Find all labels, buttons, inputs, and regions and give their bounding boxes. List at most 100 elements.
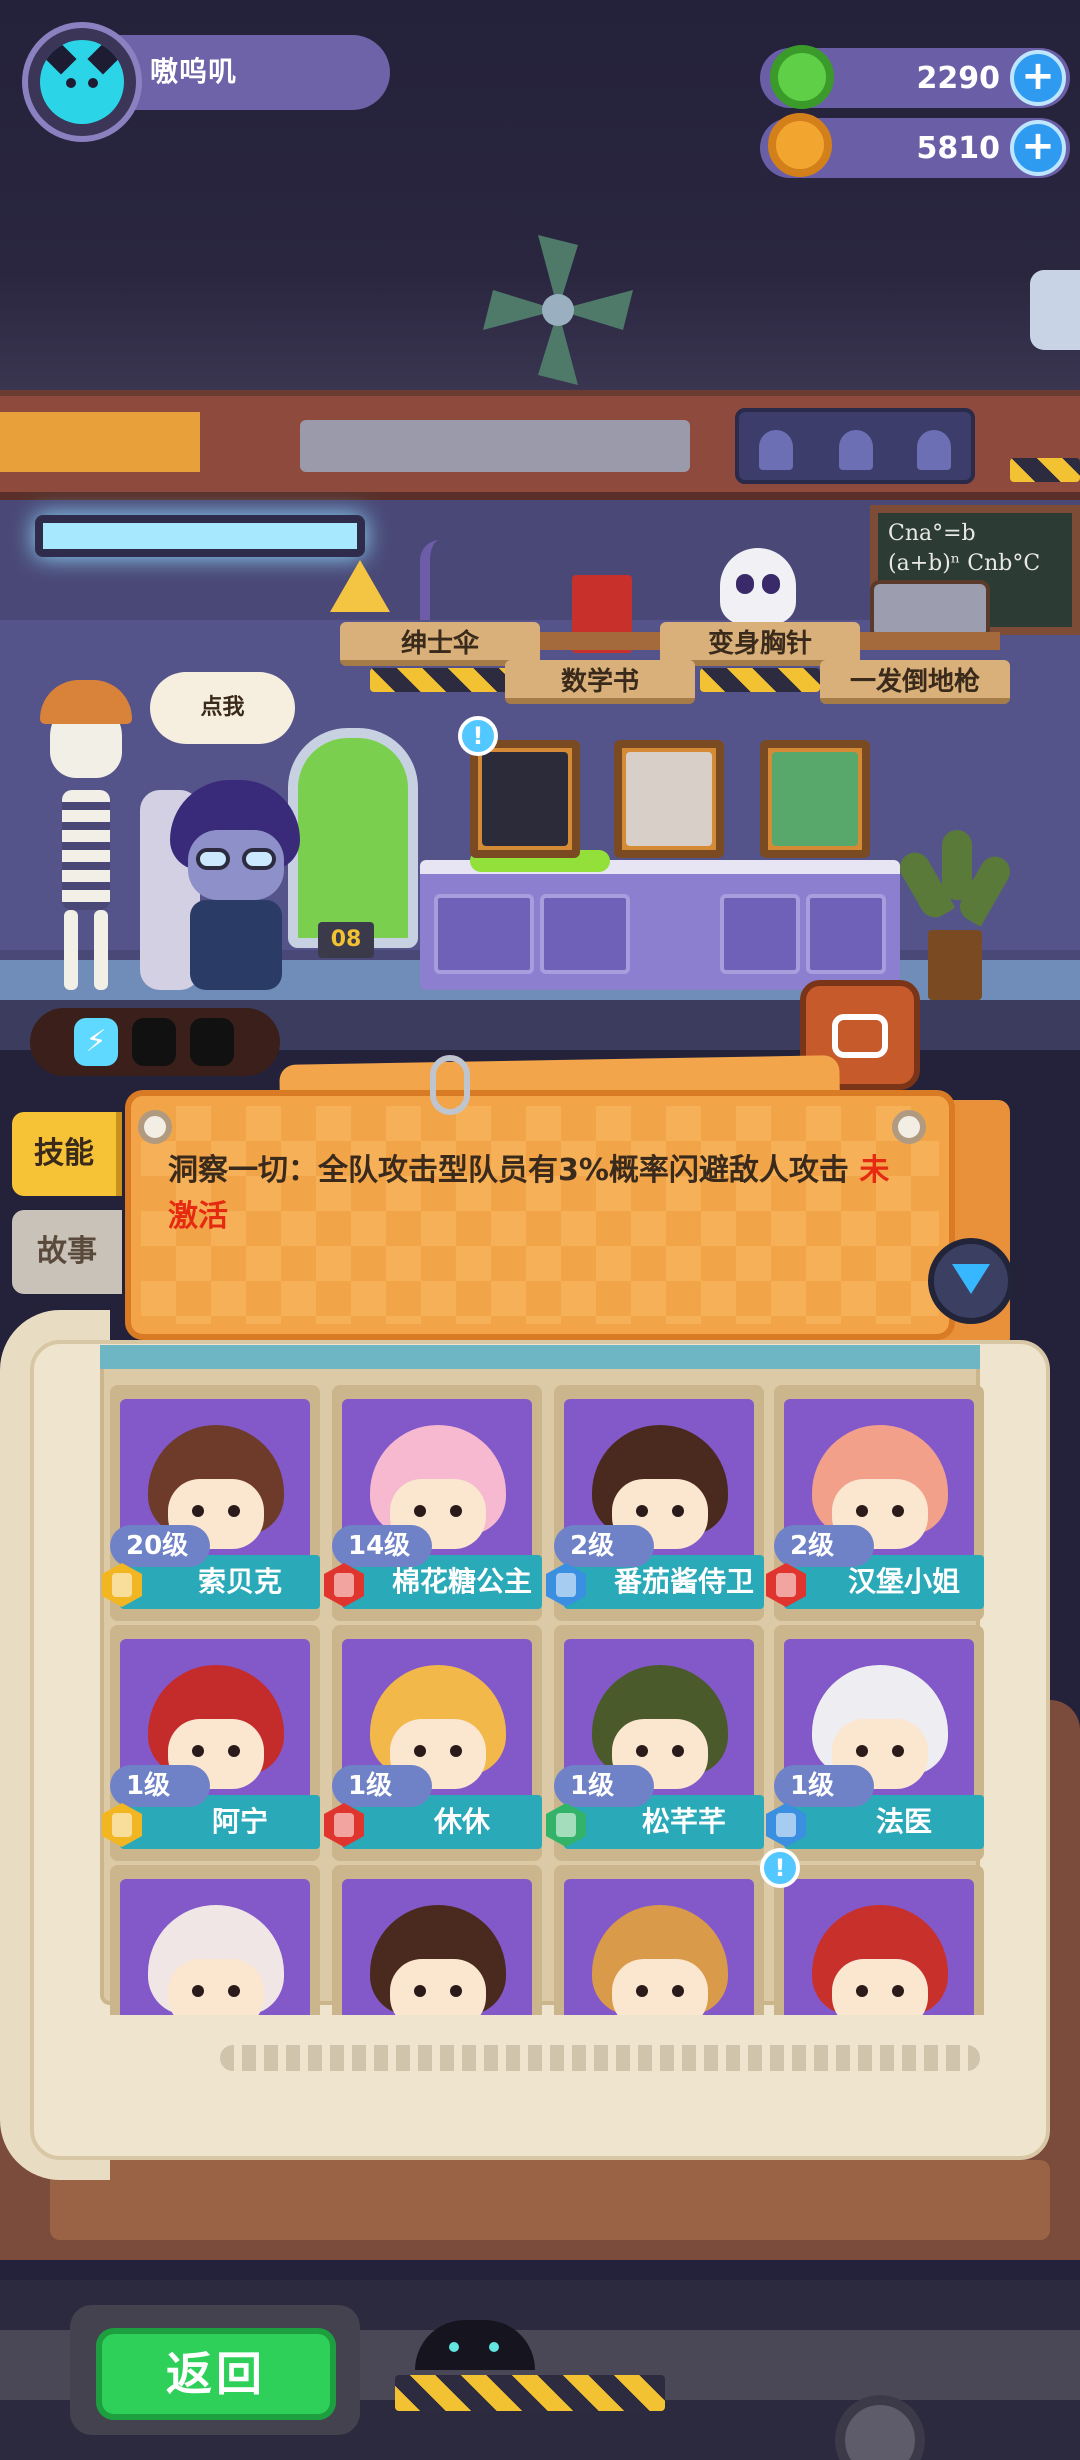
member-card[interactable]: 棉花糖公主 14级	[324, 1385, 542, 1621]
member-eye	[414, 1505, 426, 1517]
speech-bubble[interactable]: 点我	[150, 672, 295, 744]
member-eye	[192, 1985, 204, 1997]
exclamation-icon[interactable]: !	[760, 1848, 800, 1888]
blurred-hint-text	[220, 2045, 980, 2071]
lightning-icon[interactable]: ⚡	[74, 1018, 118, 1066]
add-planet-button[interactable]: +	[1010, 120, 1066, 176]
member-card[interactable]	[110, 1865, 320, 2015]
member-level: 2级	[554, 1525, 654, 1567]
skill-slot-empty[interactable]	[132, 1018, 176, 1066]
member-face	[612, 1959, 708, 2015]
member-eye	[450, 1505, 462, 1517]
member-eye	[414, 1985, 426, 1997]
chat-icon	[832, 1014, 888, 1058]
member-eye	[228, 1745, 240, 1757]
member-eye	[228, 1505, 240, 1517]
member-level: 1级	[774, 1765, 874, 1807]
tank-counter: 08	[318, 922, 374, 958]
back-button[interactable]: 返回	[96, 2328, 336, 2420]
cat-avatar-icon	[40, 40, 124, 124]
member-card[interactable]: 汉堡小姐 2级	[766, 1385, 984, 1621]
member-eye	[672, 1505, 684, 1517]
umbrella-icon[interactable]	[420, 540, 460, 620]
member-eye	[192, 1745, 204, 1757]
member-card[interactable]	[774, 1865, 984, 2015]
filter-button[interactable]	[928, 1238, 1014, 1324]
lab-desk	[420, 860, 900, 990]
member-eye	[636, 1745, 648, 1757]
currency-gem-value: 2290	[916, 61, 1001, 96]
member-eye	[450, 1985, 462, 1997]
member-eye	[892, 1505, 904, 1517]
member-portrait	[564, 1879, 754, 2015]
filter-icon	[952, 1264, 990, 1294]
chalkboard-line: (a+b)ⁿ Cnb°C	[888, 551, 1041, 576]
paper-clip-icon	[430, 1055, 470, 1115]
member-level: 20级	[110, 1525, 210, 1567]
pin-icon	[138, 1110, 172, 1144]
hazard-strip	[395, 2375, 665, 2411]
member-level: 1级	[110, 1765, 210, 1807]
ceiling-lamp	[35, 515, 365, 557]
potted-plant	[894, 830, 1016, 1000]
skill-description: 洞察一切：全队攻击型队员有3%概率闪避敌人攻击 未激活	[168, 1148, 918, 1240]
member-eye	[892, 1745, 904, 1757]
member-eye	[672, 1985, 684, 1997]
member-card[interactable]: 索贝克 20级	[102, 1385, 320, 1621]
member-eye	[414, 1745, 426, 1757]
member-level: 14级	[332, 1525, 432, 1567]
tab-story[interactable]: 故事	[12, 1210, 122, 1294]
member-eye	[636, 1505, 648, 1517]
member-eye	[672, 1745, 684, 1757]
member-card[interactable]: 阿宁 1级	[102, 1625, 320, 1861]
member-level: 1级	[554, 1765, 654, 1807]
member-portrait	[120, 1879, 310, 2015]
member-card[interactable]	[554, 1865, 764, 2015]
member-eye	[856, 1745, 868, 1757]
vent-panel	[0, 412, 200, 472]
ghost-panel	[735, 408, 975, 484]
portrait-frame[interactable]	[614, 740, 724, 858]
member-eye	[892, 1985, 904, 1997]
member-eye	[450, 1745, 462, 1757]
member-card[interactable]: 松芊芊 1级	[546, 1625, 764, 1861]
member-eye	[856, 1985, 868, 1997]
member-card[interactable]: 休休 1级	[324, 1625, 542, 1861]
member-eye	[228, 1985, 240, 1997]
hazard-strip	[700, 668, 820, 692]
member-face	[832, 1959, 928, 2015]
member-level: 1级	[332, 1765, 432, 1807]
member-card[interactable]: 法医 1级	[766, 1625, 984, 1861]
skill-text: 洞察一切：全队攻击型队员有3%概率闪避敌人攻击	[168, 1153, 849, 1188]
skull-pin-icon[interactable]	[720, 548, 796, 624]
main-character[interactable]	[160, 780, 310, 1000]
member-portrait	[784, 1879, 974, 2015]
gem-coin-icon	[770, 45, 834, 109]
portrait-frame[interactable]	[470, 740, 580, 858]
member-grid-top	[100, 1345, 980, 1369]
tab-skill[interactable]: 技能	[12, 1112, 122, 1196]
item-label-book[interactable]: 数学书	[505, 660, 695, 704]
member-portrait	[342, 1879, 532, 2015]
exclamation-icon[interactable]: !	[458, 716, 498, 756]
side-clip-icon[interactable]	[1030, 270, 1080, 350]
machine-panel	[300, 420, 690, 472]
member-eye	[192, 1505, 204, 1517]
member-face	[390, 1959, 486, 2015]
fan-icon	[483, 235, 633, 385]
planet-coin-icon	[768, 113, 832, 177]
book-spine	[50, 2160, 1050, 2240]
skill-slots: ⚡	[30, 1008, 280, 1076]
hazard-strip	[370, 668, 510, 692]
member-card[interactable]	[332, 1865, 542, 2015]
pin-icon	[892, 1110, 926, 1144]
add-gem-button[interactable]: +	[1010, 50, 1066, 106]
skeleton-character[interactable]	[20, 680, 150, 1000]
gun-icon[interactable]	[870, 580, 990, 640]
portrait-frame[interactable]	[760, 740, 870, 858]
item-label-gun[interactable]: 一发倒地枪	[820, 660, 1010, 704]
skill-slot-empty[interactable]	[190, 1018, 234, 1066]
member-card[interactable]: 番茄酱侍卫 2级	[546, 1385, 764, 1621]
currency-planet-value: 5810	[916, 131, 1001, 166]
warning-sign-icon	[330, 560, 390, 612]
